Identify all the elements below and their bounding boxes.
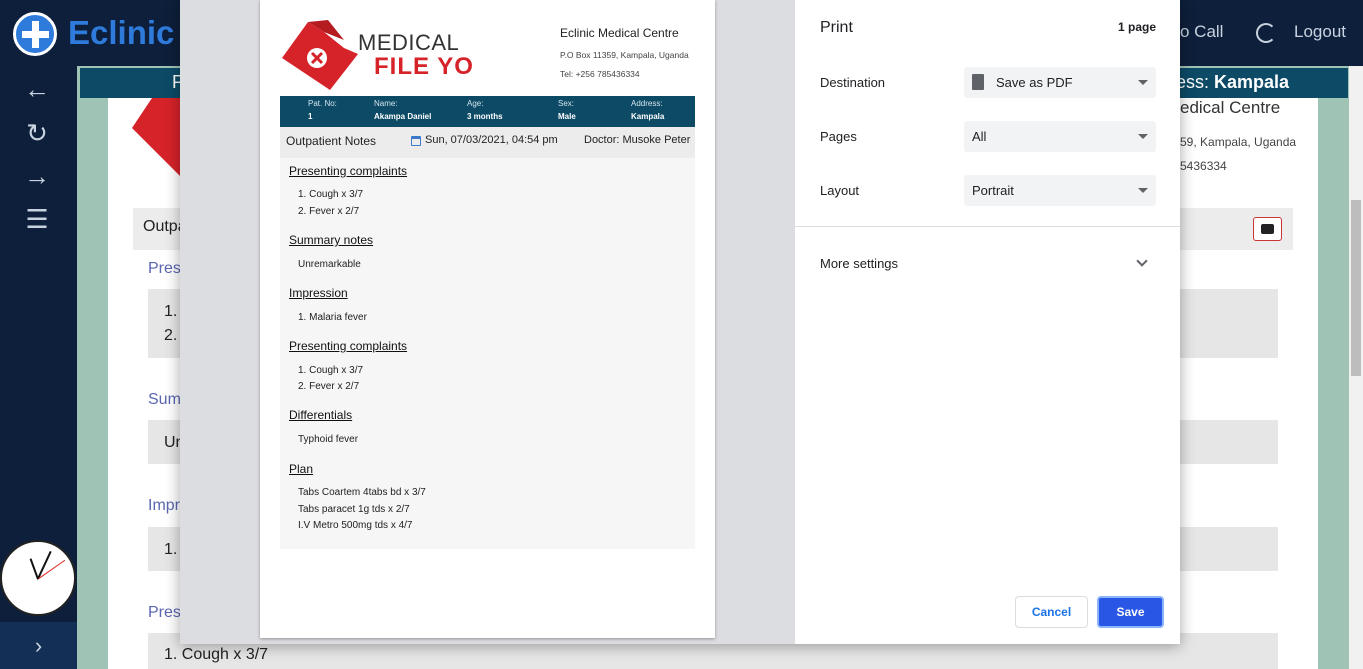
- print-preview-area: MEDICAL FILE YO Eclinic Medical Centre P…: [180, 0, 795, 644]
- patient-sex: Sex: Male: [558, 99, 576, 121]
- patient-name: Name: Akampa Daniel: [374, 99, 431, 121]
- arrow-left-icon[interactable]: ←: [24, 76, 50, 102]
- settings-divider: [795, 226, 1180, 227]
- section-line: 1. Cough x 3/7: [298, 365, 364, 376]
- patient-no-label: Pat. No:: [308, 99, 337, 108]
- patient-age-label: Age:: [467, 99, 484, 108]
- patient-no-value: 1: [308, 112, 313, 121]
- medical-file-logo-icon: [282, 20, 358, 90]
- section-line: Unremarkable: [298, 259, 361, 270]
- pages-label: Pages: [820, 129, 857, 144]
- section-line: 1. Cough x 3/7: [298, 189, 364, 200]
- print-dialog: MEDICAL FILE YO Eclinic Medical Centre P…: [180, 0, 1180, 644]
- clinic-name: Eclinic Medical Centre: [560, 26, 679, 40]
- bg-section-title: Pres: [148, 260, 181, 277]
- page-scrollbar-thumb[interactable]: [1351, 200, 1361, 376]
- centre-name: edical Centre: [1180, 98, 1281, 117]
- cancel-button[interactable]: Cancel: [1015, 596, 1088, 628]
- clinic-logo-icon: [13, 12, 57, 56]
- outpatient-notes-body: Presenting complaints 1. Cough x 3/7 2. …: [280, 158, 695, 549]
- page-count: 1 page: [1117, 20, 1156, 34]
- save-button[interactable]: Save: [1097, 596, 1164, 628]
- notes-title: Outpatient Notes: [286, 134, 377, 148]
- patient-name-label: Name:: [374, 99, 398, 108]
- section-title: Summary notes: [289, 233, 374, 247]
- section-title: Differentials: [289, 408, 353, 422]
- patient-address-value: Kampala: [631, 112, 665, 121]
- pages-select[interactable]: All: [964, 121, 1156, 152]
- bg-section-title: Impr: [148, 497, 180, 514]
- outpatient-notes-header: Outpatient Notes Sun, 07/03/2021, 04:54 …: [280, 127, 695, 158]
- centre-box-line: 59, Kampala, Uganda: [1180, 135, 1297, 149]
- bg-section-title: Pres: [148, 604, 181, 621]
- patient-age-value: 3 months: [467, 112, 503, 121]
- logout-icon[interactable]: [1256, 23, 1276, 43]
- notes-date: Sun, 07/03/2021, 04:54 pm: [425, 134, 558, 146]
- chevron-down-icon[interactable]: [1136, 255, 1148, 267]
- arrow-right-icon[interactable]: →: [24, 163, 50, 189]
- patient-age: Age: 3 months: [467, 99, 503, 121]
- patient-name-value: Akampa Daniel: [374, 112, 432, 121]
- bg-item: 1.: [164, 303, 178, 320]
- section-title: Presenting complaints: [289, 339, 408, 353]
- layout-select[interactable]: Portrait: [964, 175, 1156, 206]
- caret-down-icon: [1138, 188, 1148, 193]
- pages-value: All: [972, 129, 987, 144]
- logout-link[interactable]: Logout: [1294, 22, 1346, 42]
- bg-item: 1. Cough x 3/7: [164, 646, 269, 663]
- section-line: Tabs paracet 1g tds x 2/7: [298, 504, 410, 515]
- notes-doctor: Doctor: Musoke Peter: [584, 134, 691, 146]
- menu-icon[interactable]: ☰: [24, 206, 50, 232]
- print-title: Print: [820, 19, 853, 36]
- print-settings-panel: Print 1 page Destination Save as PDF Pag…: [795, 0, 1180, 644]
- centre-address: 59, Kampala, Uganda 5436334: [1180, 130, 1296, 178]
- destination-label: Destination: [820, 75, 886, 90]
- section-line: 1. Malaria fever: [298, 312, 367, 323]
- sidebar-expand-chevron-icon[interactable]: ›: [0, 622, 77, 669]
- caret-down-icon: [1138, 134, 1148, 139]
- section-line: Tabs Coartem 4tabs bd x 3/7: [298, 487, 426, 498]
- layout-value: Portrait: [972, 183, 1014, 198]
- patient-address-label: Address:: [631, 99, 663, 108]
- bg-item: 1.: [164, 541, 178, 558]
- clinic-tel: Tel: +256 785436334: [560, 69, 640, 79]
- more-settings-toggle[interactable]: More settings: [820, 256, 898, 271]
- bg-section-title: Sum: [148, 391, 181, 408]
- layout-label: Layout: [820, 183, 860, 198]
- patient-address: ress: Kampala: [1170, 72, 1289, 93]
- logo-text-file-yo: FILE YO: [374, 53, 474, 80]
- section-title: Presenting complaints: [289, 164, 408, 178]
- document-icon: [972, 74, 984, 90]
- bg-item: 2.: [164, 327, 178, 344]
- centre-tel-line: 5436334: [1180, 159, 1227, 173]
- print-preview-page: MEDICAL FILE YO Eclinic Medical Centre P…: [260, 0, 715, 638]
- brand-title: Eclinic: [68, 14, 175, 51]
- calendar-icon: [411, 136, 421, 146]
- section-line: Typhoid fever: [298, 434, 359, 445]
- section-line: 2. Fever x 2/7: [298, 381, 360, 392]
- patient-sex-label: Sex:: [558, 99, 575, 108]
- print-icon[interactable]: [1253, 217, 1282, 241]
- patient-sex-value: Male: [558, 112, 576, 121]
- patient-no: Pat. No: 1: [308, 99, 337, 121]
- patient-info-band: Pat. No: 1 Name: Akampa Daniel Age: 3 mo…: [280, 96, 695, 127]
- patient-address-value: Kampala: [1214, 72, 1290, 92]
- caret-down-icon: [1138, 80, 1148, 85]
- call-nav-link[interactable]: o Call: [1180, 22, 1223, 42]
- section-title: Impression: [289, 286, 348, 300]
- clinic-address: P.O Box 11359, Kampala, Uganda: [560, 50, 689, 60]
- patient-address: Address: Kampala: [631, 99, 664, 121]
- refresh-icon[interactable]: ↻: [24, 120, 50, 146]
- section-title: Plan: [289, 462, 314, 476]
- analog-clock: [0, 540, 76, 616]
- app-logo-fragment-icon: [132, 98, 182, 178]
- section-line: I.V Metro 500mg tds x 4/7: [298, 520, 413, 531]
- destination-value: Save as PDF: [996, 75, 1073, 90]
- section-line: 2. Fever x 2/7: [298, 206, 360, 217]
- destination-select[interactable]: Save as PDF: [964, 67, 1156, 98]
